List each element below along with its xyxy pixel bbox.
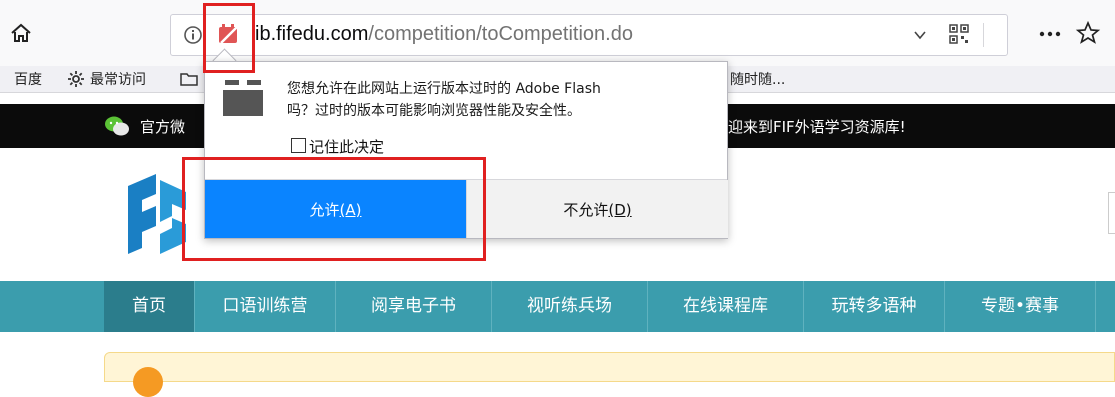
nav-ebooks[interactable]: 阅享电子书	[336, 281, 492, 332]
flash-message-line2: 吗？过时的版本可能影响浏览器性能及安全性。	[287, 103, 581, 119]
notice-banner	[104, 352, 1115, 397]
nav-speaking[interactable]: 口语训练营	[195, 281, 336, 332]
nav-topics[interactable]: 专题•赛事	[945, 281, 1096, 332]
bookmark-star-icon[interactable]	[1075, 20, 1101, 46]
chevron-down-icon[interactable]	[913, 27, 927, 41]
qr-code-icon[interactable]	[949, 24, 969, 44]
url-bar[interactable]: ib.fifedu.com/competition/toCompetition.…	[170, 14, 1008, 56]
browser-toolbar: ib.fifedu.com/competition/toCompetition.…	[0, 0, 1115, 66]
home-icon[interactable]	[10, 22, 32, 44]
nav-languages[interactable]: 玩转多语种	[804, 281, 945, 332]
nav-courses[interactable]: 在线课程库	[648, 281, 804, 332]
info-icon[interactable]	[183, 25, 203, 45]
remember-label: 记住此决定	[309, 138, 385, 156]
more-options-icon[interactable]	[1036, 22, 1064, 42]
deny-button[interactable]: 不允许(D)	[466, 180, 728, 238]
highlight-plugin-icon	[203, 3, 255, 73]
bookmark-baidu[interactable]: 百度	[14, 69, 42, 89]
nav-home[interactable]: 首页	[104, 281, 195, 332]
gear-icon	[68, 71, 84, 87]
url-divider	[983, 23, 984, 47]
wechat-icon	[104, 115, 130, 137]
announcement-left-text: 官方微	[140, 118, 186, 136]
flash-message: 您想允许在此网站上运行版本过时的 Adobe Flash 吗？过时的版本可能影响…	[287, 78, 717, 122]
nav-listening[interactable]: 视听练兵场	[492, 281, 648, 332]
main-nav: 首页 口语训练营 阅享电子书 视听练兵场 在线课程库 玩转多语种 专题•赛事	[0, 281, 1115, 332]
url-prefix: ib.	[255, 23, 277, 45]
url-host: fifedu.com	[276, 23, 369, 45]
bookmark-most-visited[interactable]: 最常访问	[90, 69, 146, 89]
highlight-allow-button	[182, 157, 486, 261]
warning-icon	[133, 367, 163, 397]
remember-checkbox[interactable]	[291, 138, 306, 153]
plugin-icon	[223, 80, 263, 116]
search-box-edge[interactable]	[1108, 192, 1115, 234]
bookmark-anytime[interactable]: 随时随...	[730, 69, 785, 89]
folder-icon[interactable]	[180, 72, 198, 86]
announcement-right-text: 迎来到FIF外语学习资源库!	[728, 118, 906, 136]
url-path: /competition/toCompetition.do	[368, 23, 633, 45]
deny-access-key: (D)	[608, 201, 632, 219]
url-text[interactable]: ib.fifedu.com/competition/toCompetition.…	[255, 23, 633, 46]
deny-label: 不允许	[563, 201, 609, 219]
flash-message-line1: 您想允许在此网站上运行版本过时的 Adobe Flash	[287, 81, 601, 97]
